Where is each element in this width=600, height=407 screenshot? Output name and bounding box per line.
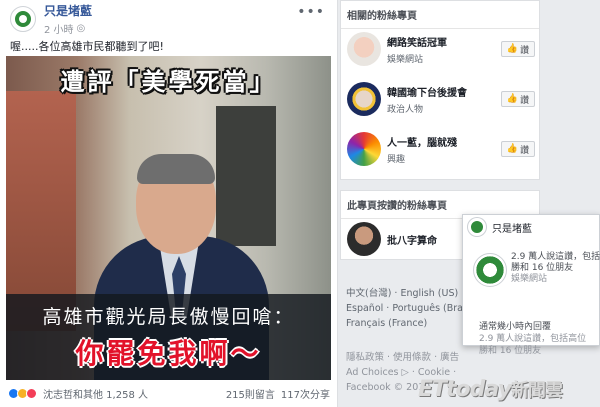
related-page-category: 娛樂網站 — [387, 54, 424, 65]
page-avatar[interactable] — [347, 82, 381, 116]
comments-count[interactable]: 215則留言 — [226, 386, 275, 401]
video-caption-top: 遭評「美學死當」 — [60, 68, 277, 96]
post-meta: 只是堵藍 2 小時 ◎ — [44, 2, 92, 36]
hover-card-body: 2.9 萬人說這讚，包括 勝和 16 位朋友 娛樂網站 — [473, 249, 600, 295]
hover-card-page-name[interactable]: 只是堵藍 — [492, 220, 532, 235]
like-button-label: 讚 — [520, 95, 530, 106]
reactions-count[interactable]: 沈志哲和其他 1,258 人 — [43, 386, 148, 401]
like-button-label: 讚 — [520, 145, 530, 156]
like-page-button[interactable]: 👍 讚 — [501, 91, 535, 107]
globe-icon: ◎ — [76, 23, 86, 34]
related-page-item[interactable]: 人一藍，腦就殘 興趣 👍 讚 — [347, 131, 535, 167]
related-pages-card: 相關的粉絲專頁 網路笑話冠軍 娛樂網站 👍 讚 韓國瑜下台後援會 政治人物 👍 … — [340, 0, 540, 180]
post-header: 只是堵藍 2 小時 ◎ — [10, 2, 92, 36]
post-author-link[interactable]: 只是堵藍 — [44, 2, 92, 19]
language-line-1[interactable]: 中文(台灣) · English (US) · — [346, 286, 464, 301]
page-profile-picture[interactable] — [473, 253, 507, 287]
language-links: 中文(台灣) · English (US) · Español · Portug… — [346, 286, 464, 331]
related-page-name[interactable]: 網路笑話冠軍 — [387, 34, 501, 49]
more-options-icon[interactable]: ••• — [297, 4, 325, 20]
related-page-category: 興趣 — [387, 154, 406, 165]
page-avatar[interactable] — [347, 132, 381, 166]
thumbs-up-icon: 👍 — [506, 44, 519, 54]
video-doorway — [216, 106, 276, 246]
hover-card-category: 娛樂網站 — [511, 274, 548, 284]
page-hover-card: 只是堵藍 2.9 萬人說這讚，包括 勝和 16 位朋友 娛樂網站 通常幾小時內回… — [462, 214, 600, 356]
thumbs-up-icon: 👍 — [506, 94, 519, 104]
related-page-name[interactable]: 韓國瑜下台後援會 — [387, 84, 501, 99]
post-timestamp[interactable]: 2 小時 ◎ — [44, 21, 92, 36]
watermark-brand: ETtoday — [418, 377, 512, 402]
thumbs-up-icon: 👍 — [506, 144, 519, 154]
legal-line-1[interactable]: 隱私政策 · 使用條款 · 廣告 — [346, 350, 459, 365]
watermark-sub: 新聞雲 — [510, 380, 563, 401]
related-page-item[interactable]: 韓國瑜下台後援會 政治人物 👍 讚 — [347, 81, 535, 117]
related-page-category: 政治人物 — [387, 104, 424, 115]
like-button-label: 讚 — [520, 45, 530, 56]
news-feed-post: 只是堵藍 2 小時 ◎ ••• 喔.....各位高雄市民都聽到了吧! 遭評「美學… — [0, 0, 338, 407]
post-time-text[interactable]: 2 小時 — [44, 21, 74, 36]
related-page-name[interactable]: 人一藍，腦就殘 — [387, 134, 501, 149]
related-page-text: 人一藍，腦就殘 興趣 — [387, 134, 501, 165]
shares-count[interactable]: 117次分享 — [281, 386, 330, 401]
ettoday-watermark: ETtoday新聞雲 — [418, 376, 563, 402]
like-page-button[interactable]: 👍 讚 — [501, 41, 535, 57]
post-footer: 沈志哲和其他 1,258 人 215則留言 117次分享 — [8, 386, 330, 401]
related-page-text: 韓國瑜下台後援會 政治人物 — [387, 84, 501, 115]
language-line-3[interactable]: Français (France) — [346, 316, 464, 331]
language-line-2[interactable]: Español · Português (Bra — [346, 301, 464, 316]
person-hair — [137, 154, 215, 184]
hover-card-friends-detail: 勝和 16 位朋友 — [479, 346, 542, 356]
like-page-button[interactable]: 👍 讚 — [501, 141, 535, 157]
love-reaction-icon[interactable] — [26, 388, 37, 399]
hover-card-header: 只是堵藍 — [463, 215, 599, 239]
related-page-item[interactable]: 網路笑話冠軍 娛樂網站 👍 讚 — [347, 31, 535, 67]
page-avatar[interactable] — [10, 6, 36, 32]
related-page-text: 網路笑話冠軍 娛樂網站 — [387, 34, 501, 65]
post-video[interactable]: 遭評「美學死當」 高雄市觀光局長傲慢回嗆： 你罷免我啊～ — [6, 56, 331, 380]
video-caption-red: 你罷免我啊～ — [75, 337, 262, 370]
post-stats: 215則留言 117次分享 — [226, 386, 330, 401]
page-avatar[interactable] — [468, 218, 486, 236]
related-pages-title: 相關的粉絲專頁 — [341, 1, 539, 29]
post-text: 喔.....各位高雄市民都聽到了吧! — [10, 40, 164, 53]
page-avatar[interactable] — [347, 222, 381, 256]
video-caption-middle: 高雄市觀光局長傲慢回嗆： — [42, 306, 295, 328]
page-avatar[interactable] — [347, 32, 381, 66]
